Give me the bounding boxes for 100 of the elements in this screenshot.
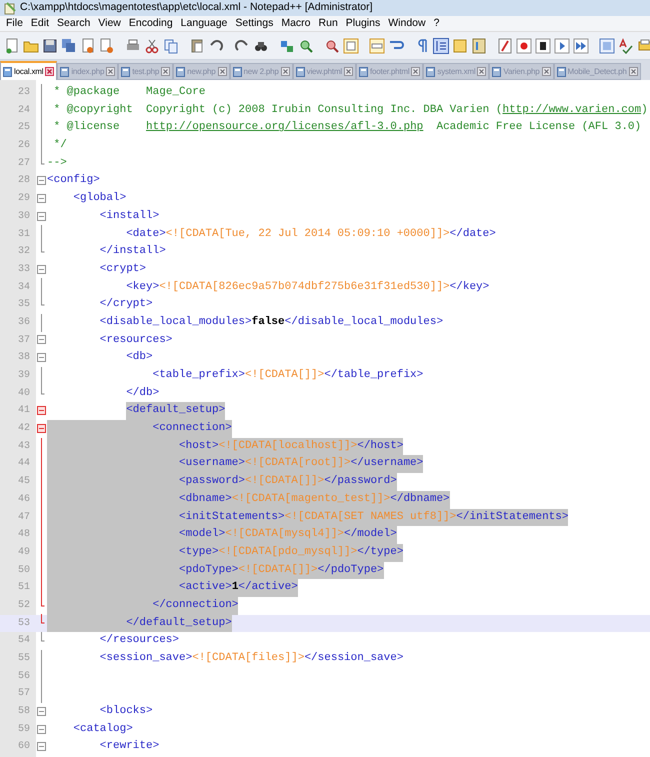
line-number: 33 (16, 262, 31, 277)
menu-item[interactable]: Macro (277, 16, 315, 32)
close-icon[interactable] (344, 67, 353, 76)
redo-icon[interactable] (234, 38, 250, 54)
line-number: 50 (16, 564, 31, 578)
document-icon (296, 66, 305, 76)
code-line: </db> (126, 386, 160, 401)
document-icon (176, 66, 186, 76)
line-number: 42 (16, 422, 31, 436)
collapse-box-icon[interactable] (37, 212, 46, 221)
close-icon[interactable] (542, 67, 551, 76)
line-number: 38 (16, 351, 31, 366)
collapse-box-icon[interactable] (37, 176, 46, 186)
line-number: 26 (16, 139, 31, 154)
code-line: */ (52, 138, 67, 154)
indent-guide-icon[interactable] (433, 38, 449, 54)
close-icon[interactable] (477, 67, 486, 76)
collapse-box-icon[interactable] (37, 335, 46, 344)
close-icon[interactable] (218, 67, 227, 76)
close-icon[interactable] (280, 67, 290, 76)
menu-item[interactable]: Edit (26, 16, 54, 32)
fold-end-icon (41, 243, 45, 253)
collapse-box-icon[interactable] (37, 724, 46, 734)
line-number: 59 (16, 722, 31, 737)
menu-item[interactable]: Settings (231, 16, 278, 32)
menu-item[interactable]: View (94, 16, 125, 32)
line-number: 54 (16, 634, 31, 648)
new-document-icon[interactable] (4, 38, 20, 54)
line-number: 36 (16, 316, 31, 330)
menu-item[interactable]: Window (384, 16, 430, 32)
menu-item[interactable]: Search (53, 16, 94, 32)
code-line: <date><![CDATA[Tue, 22 Jul 2014 05:09:10 +0000]]></date> (126, 226, 496, 242)
code-line: <install> (100, 208, 160, 224)
scissors-icon[interactable] (144, 38, 160, 54)
menu-item[interactable]: File (2, 16, 27, 32)
line-number: 47 (16, 510, 31, 524)
code-line: * @package Mage_Core (52, 85, 206, 100)
spell-check-icon[interactable] (618, 38, 634, 54)
document-icon (359, 66, 368, 76)
line-number: 37 (16, 334, 31, 348)
code-line: <disable_local_modules>false</disable_local_modules> (100, 314, 444, 330)
code-line: <db> (126, 350, 153, 366)
line-number: 29 (16, 192, 31, 206)
code-line: <global> (73, 191, 126, 206)
code-line: <key><![CDATA[826ec9a57b074dbf275b6e31f31ed530]]></key> (126, 280, 490, 295)
play-icon[interactable] (554, 38, 570, 54)
line-number: 53 (16, 616, 31, 631)
collapse-box-icon[interactable] (37, 706, 46, 716)
menu-item[interactable]: Encoding (124, 16, 177, 32)
line-number: 40 (16, 386, 31, 401)
disks-icon[interactable] (61, 38, 77, 54)
collapse-box-icon[interactable] (37, 264, 46, 274)
close-icon[interactable] (106, 67, 116, 76)
line-number: 45 (16, 475, 31, 490)
collapse-box-icon[interactable] (37, 353, 46, 362)
code-line: <crypt> (100, 262, 146, 277)
collapse-box-icon[interactable] (37, 406, 46, 416)
document-icon (121, 66, 130, 76)
pen-icon[interactable] (497, 38, 513, 54)
collapse-box-icon[interactable] (37, 742, 46, 752)
line-number: 48 (16, 528, 31, 542)
file-tab[interactable]: local.xml (0, 61, 58, 80)
code-line: --> (47, 156, 67, 171)
record-icon[interactable] (516, 38, 532, 54)
line-number: 35 (16, 298, 31, 312)
code-line: * @license http://opensource.org/licenses/afl-3.0.php Academic Free License (AFL 3.0) (52, 120, 642, 136)
document-icon (60, 66, 70, 76)
code-line: <table_prefix><![CDATA[]]></table_prefix> (152, 368, 424, 383)
paste-icon[interactable] (189, 38, 205, 54)
stop-icon[interactable] (535, 38, 551, 54)
copy-icon[interactable] (163, 38, 179, 54)
close-icon[interactable] (411, 67, 420, 76)
close-icon[interactable] (45, 67, 54, 76)
close-icon[interactable] (628, 67, 638, 76)
line-number: 43 (16, 440, 31, 454)
line-number: 56 (16, 670, 31, 684)
collapse-box-icon[interactable] (37, 194, 46, 203)
menu-item[interactable]: Run (314, 16, 342, 32)
undo-icon[interactable] (208, 38, 224, 54)
fast-forward-icon[interactable] (573, 38, 589, 54)
code-line: <config> (47, 173, 100, 188)
line-number: 32 (16, 245, 31, 260)
menu-item[interactable]: ? (430, 16, 444, 32)
line-number: 46 (16, 492, 31, 507)
zoom-in-icon[interactable] (298, 38, 314, 54)
notepad-icon (4, 2, 16, 14)
collapse-box-icon[interactable] (37, 424, 46, 433)
menu-item[interactable]: Plugins (342, 16, 384, 32)
line-number: 55 (16, 652, 31, 666)
line-number: 39 (16, 369, 31, 383)
fold-line (41, 366, 42, 385)
line-number: 49 (16, 546, 31, 560)
close-icon[interactable] (161, 67, 170, 76)
line-number: 30 (16, 210, 31, 224)
line-number: 24 (16, 104, 31, 118)
zoom-out-icon[interactable] (324, 38, 340, 54)
fold-end-icon (41, 384, 45, 394)
menu-item[interactable]: Language (176, 16, 232, 32)
line-number: 58 (16, 705, 31, 720)
fold-end-icon (41, 296, 45, 306)
